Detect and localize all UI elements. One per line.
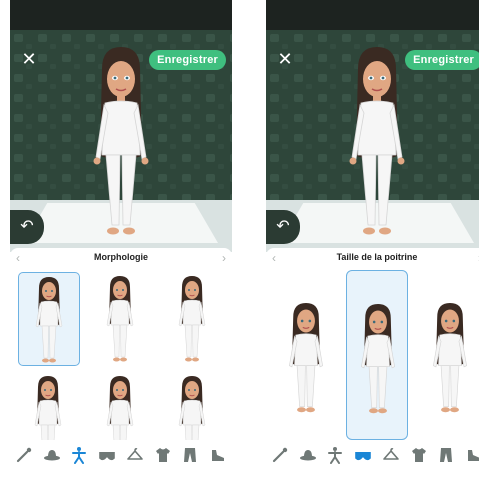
avatar-preview <box>349 47 405 235</box>
undo-icon[interactable]: ↶ <box>10 210 44 244</box>
hat-icon[interactable] <box>296 443 320 467</box>
hanger-icon[interactable] <box>379 443 403 467</box>
body-option-6[interactable] <box>162 372 224 440</box>
chevron-right-icon[interactable]: › <box>222 251 226 265</box>
close-icon[interactable]: ✕ <box>274 48 296 70</box>
body-option-4[interactable] <box>18 372 80 440</box>
shoe-icon[interactable] <box>462 443 479 467</box>
hanger-icon[interactable] <box>123 443 147 467</box>
tshirt-icon[interactable] <box>407 443 431 467</box>
bra-icon[interactable] <box>351 443 375 467</box>
pants-icon[interactable] <box>434 443 458 467</box>
category-header: ‹ Taille de la poitrine › <box>266 248 479 268</box>
undo-icon[interactable]: ↶ <box>266 210 300 244</box>
close-icon[interactable]: ✕ <box>18 48 40 70</box>
editor-screen-body: ✕ Enregistrer ↶ ‹ Morphologie › <box>10 0 232 478</box>
options-panel: ‹ Taille de la poitrine › <box>266 248 479 478</box>
editor-screen-chest: ✕ Enregistrer ↶ ‹ Taille de la poitrine … <box>266 0 479 478</box>
status-bar <box>266 0 479 30</box>
body-icon[interactable] <box>323 443 347 467</box>
save-button[interactable]: Enregistrer <box>405 50 479 70</box>
options-panel: ‹ Morphologie › <box>10 248 232 478</box>
chest-option-3[interactable] <box>416 270 479 440</box>
category-title: Taille de la poitrine <box>336 252 418 262</box>
hat-icon[interactable] <box>40 443 64 467</box>
avatar-preview <box>93 47 149 235</box>
chest-option-1[interactable] <box>272 270 340 440</box>
tshirt-icon[interactable] <box>151 443 175 467</box>
shoe-icon[interactable] <box>206 443 230 467</box>
category-toolbar <box>266 440 479 470</box>
body-option-3[interactable] <box>162 272 224 366</box>
brush-icon[interactable] <box>268 443 292 467</box>
chest-option-2[interactable] <box>346 270 408 440</box>
body-option-5[interactable] <box>90 372 152 440</box>
body-icon[interactable] <box>67 443 91 467</box>
pants-icon[interactable] <box>178 443 202 467</box>
body-option-2[interactable] <box>90 272 152 366</box>
category-header: ‹ Morphologie › <box>10 248 232 268</box>
save-button[interactable]: Enregistrer <box>149 50 226 70</box>
category-toolbar <box>10 440 232 470</box>
category-title: Morphologie <box>94 252 148 262</box>
bra-icon[interactable] <box>95 443 119 467</box>
body-option-1[interactable] <box>18 272 80 366</box>
brush-icon[interactable] <box>12 443 36 467</box>
status-bar <box>10 0 232 30</box>
